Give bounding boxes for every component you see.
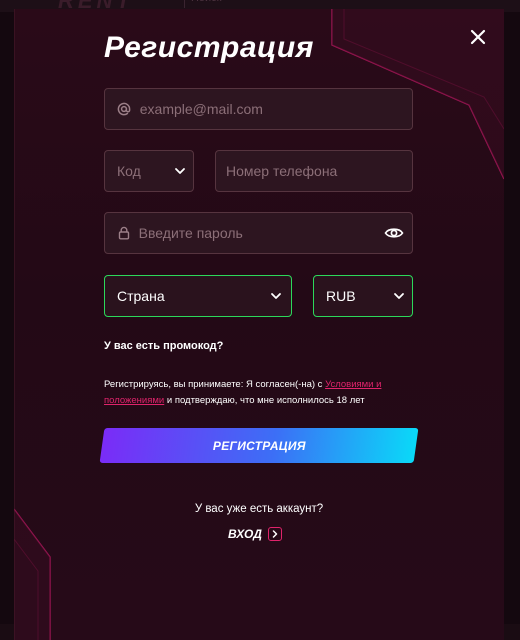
chevron-down-icon: [394, 293, 404, 299]
background-search: Поиск: [184, 0, 331, 8]
email-input[interactable]: [139, 89, 412, 129]
email-field[interactable]: [104, 88, 413, 130]
country-select[interactable]: Страна: [104, 275, 292, 317]
eye-icon[interactable]: [384, 226, 404, 240]
login-label: ВХОД: [228, 527, 262, 541]
terms-text: Регистрируясь, вы принимаете: Я согласен…: [104, 377, 414, 409]
phone-code-label: Код: [117, 163, 141, 179]
at-icon: [117, 102, 132, 116]
currency-select[interactable]: RUB: [313, 275, 413, 317]
lock-icon: [117, 226, 131, 240]
country-label: Страна: [117, 288, 165, 304]
password-field[interactable]: [104, 212, 413, 254]
register-button[interactable]: РЕГИСТРАЦИЯ: [99, 428, 419, 463]
registration-modal: Регистрация Код: [14, 9, 504, 640]
chevron-down-icon: [271, 293, 281, 299]
modal-title: Регистрация: [104, 31, 314, 64]
phone-field[interactable]: [215, 150, 413, 192]
currency-label: RUB: [326, 288, 356, 304]
close-icon: [470, 29, 486, 45]
terms-prefix: Регистрируясь, вы принимаете: Я согласен…: [104, 379, 326, 390]
terms-suffix: и подтверждаю, что мне исполнилось 18 ле…: [164, 395, 365, 406]
close-button[interactable]: [466, 25, 490, 49]
promo-code-link[interactable]: У вас есть промокод?: [104, 340, 223, 352]
existing-account-question: У вас уже есть аккаунт?: [194, 503, 324, 515]
chevron-right-icon: [267, 527, 282, 541]
login-link[interactable]: ВХОД: [228, 527, 282, 541]
register-button-label: РЕГИСТРАЦИЯ: [212, 438, 306, 453]
chevron-down-icon: [175, 168, 185, 174]
phone-input[interactable]: [226, 151, 412, 191]
password-input[interactable]: [138, 213, 384, 253]
phone-code-select[interactable]: Код: [104, 150, 194, 192]
